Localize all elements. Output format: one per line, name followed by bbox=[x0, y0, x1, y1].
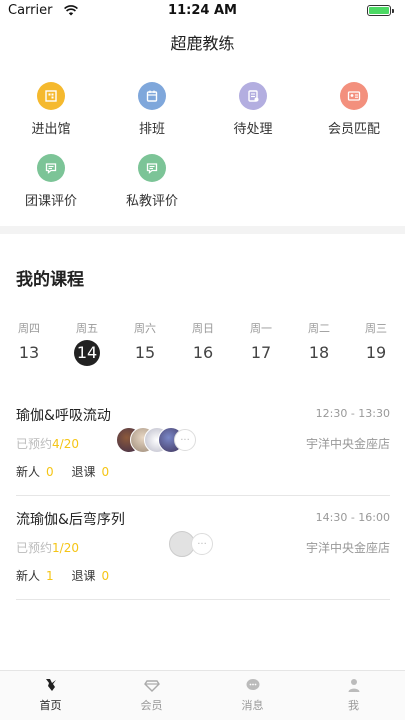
course-name: 流瑜伽&后弯序列 bbox=[16, 512, 125, 528]
course-time: 14:30 - 16:00 bbox=[315, 511, 390, 524]
day-wed[interactable]: 周三 19 bbox=[356, 320, 396, 366]
comment-icon bbox=[138, 154, 166, 182]
week-date-strip: 周四 13 周五 14 周六 15 周日 16 周一 17 周二 18 周三 1… bbox=[0, 320, 405, 370]
quick-action-schedule[interactable]: 排班 bbox=[112, 82, 192, 137]
day-date: 18 bbox=[308, 343, 330, 362]
status-bar: Carrier 11:24 AM bbox=[0, 0, 405, 22]
day-tue[interactable]: 周二 18 bbox=[299, 320, 339, 366]
course-stats: 新人 1 退课 0 bbox=[16, 567, 123, 584]
more-avatars-icon: ··· bbox=[174, 429, 196, 451]
calendar-icon bbox=[138, 82, 166, 110]
page-title: 超鹿教练 bbox=[170, 34, 235, 53]
tab-members[interactable]: 会员 bbox=[101, 677, 202, 713]
quick-action-entry-exit[interactable]: 进出馆 bbox=[11, 82, 91, 137]
qr-code-icon bbox=[37, 82, 65, 110]
booked-count: 4/20 bbox=[52, 437, 79, 451]
section-divider bbox=[0, 226, 405, 234]
quick-action-label: 私教评价 bbox=[125, 194, 178, 209]
quick-action-label: 待处理 bbox=[233, 122, 273, 137]
quick-action-pending[interactable]: 待处理 bbox=[213, 82, 293, 137]
new-member-label: 新人 bbox=[16, 569, 41, 583]
booked-label: 已预约 bbox=[16, 541, 53, 555]
quick-action-label: 会员匹配 bbox=[327, 122, 380, 137]
booked-label: 已预约 bbox=[16, 437, 53, 451]
day-date: 16 bbox=[192, 343, 214, 362]
course-card[interactable]: 瑜伽&呼吸流动 12:30 - 13:30 已预约4/20 ··· 宇洋中央金座… bbox=[16, 405, 390, 505]
course-stats: 新人 0 退课 0 bbox=[16, 463, 123, 480]
cancel-label: 退课 bbox=[71, 569, 96, 583]
my-courses-title: 我的课程 bbox=[16, 270, 84, 290]
new-member-count: 1 bbox=[46, 569, 54, 583]
cancel-count: 0 bbox=[101, 465, 110, 479]
quick-action-member-match[interactable]: 会员匹配 bbox=[314, 82, 394, 137]
day-name: 周三 bbox=[365, 322, 387, 335]
day-date: 15 bbox=[134, 343, 156, 362]
cancel-count: 0 bbox=[101, 569, 110, 583]
tab-label: 会员 bbox=[140, 699, 163, 712]
tab-label: 我 bbox=[348, 699, 359, 712]
tab-label: 首页 bbox=[39, 699, 62, 712]
quick-action-group-review[interactable]: 团课评价 bbox=[11, 154, 91, 209]
new-member-count: 0 bbox=[46, 465, 54, 479]
new-member-label: 新人 bbox=[16, 465, 41, 479]
day-name: 周一 bbox=[250, 322, 272, 335]
day-sat[interactable]: 周六 15 bbox=[125, 320, 165, 366]
divider bbox=[16, 599, 390, 600]
day-thu[interactable]: 周四 13 bbox=[9, 320, 49, 366]
quick-action-private-review[interactable]: 私教评价 bbox=[112, 154, 192, 209]
course-time: 12:30 - 13:30 bbox=[315, 407, 390, 420]
quick-action-label: 进出馆 bbox=[31, 122, 71, 137]
status-time: 11:24 AM bbox=[168, 3, 237, 18]
deer-home-icon bbox=[45, 679, 56, 691]
day-name: 周六 bbox=[134, 322, 156, 335]
divider bbox=[16, 495, 390, 496]
day-date: 13 bbox=[18, 343, 40, 362]
quick-action-label: 团课评价 bbox=[24, 194, 77, 209]
day-name: 周日 bbox=[192, 322, 214, 335]
quick-action-label: 排班 bbox=[138, 122, 165, 137]
day-name: 周四 bbox=[18, 322, 40, 335]
booked-info: 已预约4/20 bbox=[16, 435, 79, 452]
day-mon[interactable]: 周一 17 bbox=[241, 320, 281, 366]
tab-home[interactable]: 首页 bbox=[0, 677, 101, 713]
day-fri[interactable]: 周五 14 bbox=[67, 320, 107, 366]
booked-count: 1/20 bbox=[52, 541, 79, 555]
course-name: 瑜伽&呼吸流动 bbox=[16, 408, 111, 424]
tab-me[interactable]: 我 bbox=[303, 677, 404, 713]
day-name: 周五 bbox=[76, 322, 98, 335]
course-location: 宇洋中央金座店 bbox=[305, 437, 390, 451]
course-card[interactable]: 流瑜伽&后弯序列 14:30 - 16:00 已预约1/20 ··· 宇洋中央金… bbox=[16, 509, 390, 609]
day-date: 19 bbox=[365, 343, 387, 362]
battery-icon bbox=[367, 5, 394, 16]
comment-icon bbox=[37, 154, 65, 182]
person-icon bbox=[348, 679, 359, 692]
day-date-selected: 14 bbox=[74, 340, 100, 366]
diamond-icon bbox=[143, 680, 160, 692]
chat-bubble-icon bbox=[246, 679, 259, 690]
course-location: 宇洋中央金座店 bbox=[305, 541, 390, 555]
tab-label: 消息 bbox=[241, 699, 264, 712]
more-avatars-icon: ··· bbox=[191, 533, 213, 555]
day-date: 17 bbox=[250, 343, 272, 362]
bottom-tab-bar: 首页 会员 消息 我 bbox=[0, 670, 405, 720]
member-card-icon bbox=[340, 82, 368, 110]
tab-messages[interactable]: 消息 bbox=[202, 677, 303, 713]
day-sun[interactable]: 周日 16 bbox=[183, 320, 223, 366]
booked-info: 已预约1/20 bbox=[16, 539, 79, 556]
cancel-label: 退课 bbox=[71, 465, 96, 479]
day-name: 周二 bbox=[308, 322, 330, 335]
document-icon bbox=[239, 82, 267, 110]
